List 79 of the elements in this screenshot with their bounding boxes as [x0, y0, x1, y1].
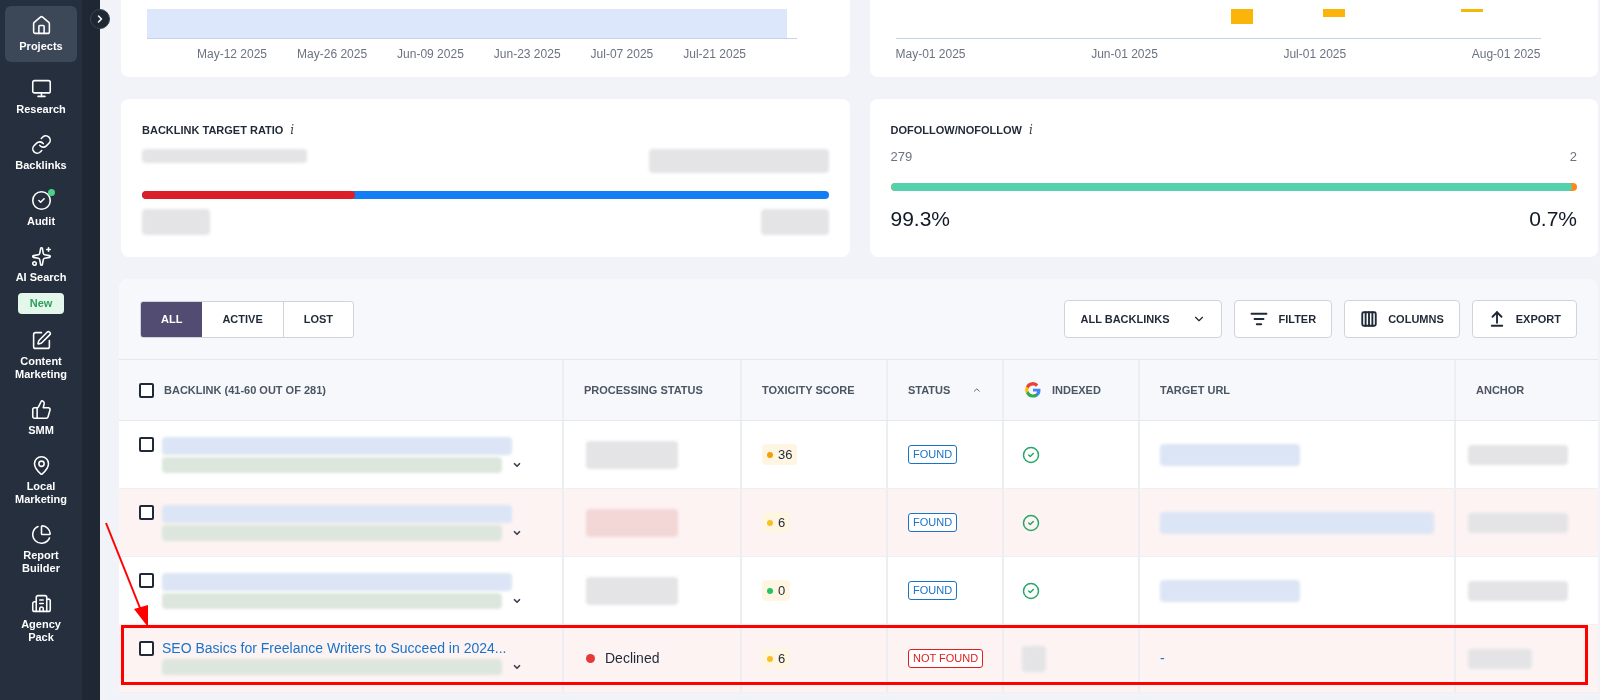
column-header: INDEXED	[1052, 382, 1101, 398]
column-header: BACKLINK (41-60 OUT OF 281)	[164, 382, 326, 398]
check-circle-icon	[30, 190, 52, 211]
blurred-text	[1468, 648, 1532, 669]
link-icon	[30, 134, 52, 155]
checkbox[interactable]	[139, 641, 154, 656]
checkbox[interactable]	[139, 505, 154, 520]
filter-button[interactable]: FILTER	[1234, 300, 1333, 338]
expand-caret-icon[interactable]	[512, 662, 522, 672]
checkbox[interactable]	[139, 573, 154, 588]
processing-status: Declined	[605, 649, 660, 668]
building-icon	[30, 592, 52, 614]
checkbox[interactable]	[139, 382, 154, 398]
toxicity-score-badge: 6	[762, 511, 791, 534]
expand-caret-icon[interactable]	[512, 460, 522, 470]
home-icon	[30, 15, 52, 36]
count-label: 279	[890, 148, 913, 166]
axis-tick-label: Jul-07 2025	[590, 46, 654, 63]
new-badge: New	[17, 293, 65, 314]
segment-tab[interactable]: LOST	[282, 301, 354, 337]
status-badge: FOUND	[908, 581, 958, 600]
percent-value: 0.7%	[1529, 205, 1577, 232]
sidebar-item[interactable]: Content Marketing	[5, 327, 77, 383]
sidebar-item[interactable]: Report Builder	[5, 521, 77, 577]
export-button[interactable]: EXPORT	[1471, 300, 1577, 338]
axis-tick-label: Aug-01 2025	[1471, 46, 1541, 63]
checkbox[interactable]	[139, 437, 154, 452]
toxicity-score-badge: 0	[762, 579, 791, 602]
segment-tab[interactable]: ALL	[141, 301, 203, 337]
google-icon	[1024, 381, 1042, 399]
columns-icon	[1360, 310, 1379, 328]
percent-value: 99.3%	[890, 205, 951, 232]
axis-tick-label: Jun-01 2025	[1091, 46, 1158, 63]
column-header: PROCESSING STATUS	[584, 382, 703, 398]
card-title: DOFOLLOW/NOFOLLOW	[890, 122, 1022, 138]
collapse-toggle[interactable]	[90, 9, 110, 29]
sidebar-item[interactable]: SMM	[5, 396, 77, 439]
column-header: TARGET URL	[1160, 382, 1231, 398]
axis-tick-label: May-12 2025	[197, 46, 268, 63]
thumbs-up-icon	[30, 398, 52, 420]
blurred-text	[142, 209, 210, 235]
target-url-link[interactable]: -	[1160, 648, 1165, 669]
axis-tick-label: Jun-23 2025	[493, 46, 561, 63]
expand-caret-icon[interactable]	[512, 528, 522, 538]
filter-icon	[1250, 310, 1269, 328]
sidebar-item[interactable]: Projects	[5, 6, 77, 62]
toxicity-score-badge: 6	[762, 647, 791, 670]
sidebar-item[interactable]: Audit	[5, 188, 77, 230]
blurred-text	[760, 209, 829, 235]
toxicity-score-badge: 36	[762, 443, 798, 466]
columns-button[interactable]: COLUMNS	[1344, 300, 1460, 338]
expand-caret-icon[interactable]	[512, 596, 522, 606]
card-title: BACKLINK TARGET RATIO	[142, 122, 284, 138]
column-header: TOXICITY SCORE	[762, 382, 855, 398]
segment-tab[interactable]: ACTIVE	[202, 301, 283, 337]
axis-tick-label: Jun-09 2025	[397, 46, 464, 63]
monitor-icon	[30, 78, 52, 99]
sidebar-item[interactable]: Local Marketing	[5, 452, 77, 508]
status-badge: FOUND	[908, 513, 958, 532]
axis-tick-label: May-26 2025	[297, 46, 368, 63]
sidebar-item[interactable]: Research	[5, 76, 77, 118]
count-label: 2	[1569, 148, 1577, 166]
sidebar-item[interactable]: AI Search	[5, 244, 77, 286]
status-badge: FOUND	[908, 445, 958, 464]
status-badge: NOT FOUND	[908, 649, 984, 668]
backlinks-dropdown[interactable]: ALL BACKLINKS	[1064, 300, 1223, 338]
column-header: STATUS	[908, 382, 951, 398]
sidebar-item[interactable]: Agency Pack	[5, 590, 77, 646]
sparkles-icon	[30, 246, 52, 267]
pie-chart-icon	[30, 523, 52, 545]
pen-square-icon	[30, 329, 52, 351]
info-icon: i	[289, 121, 296, 139]
info-icon: i	[1027, 121, 1034, 139]
column-header: ANCHOR	[1476, 382, 1525, 398]
axis-tick-label: Jul-21 2025	[683, 46, 746, 63]
axis-tick-label: May-01 2025	[895, 46, 966, 63]
backlink-title-link[interactable]: SEO Basics for Freelance Writers to Succeed in 2024...	[162, 639, 522, 657]
sidebar-item[interactable]: Backlinks	[5, 132, 77, 174]
axis-tick-label: Jul-01 2025	[1283, 46, 1347, 63]
